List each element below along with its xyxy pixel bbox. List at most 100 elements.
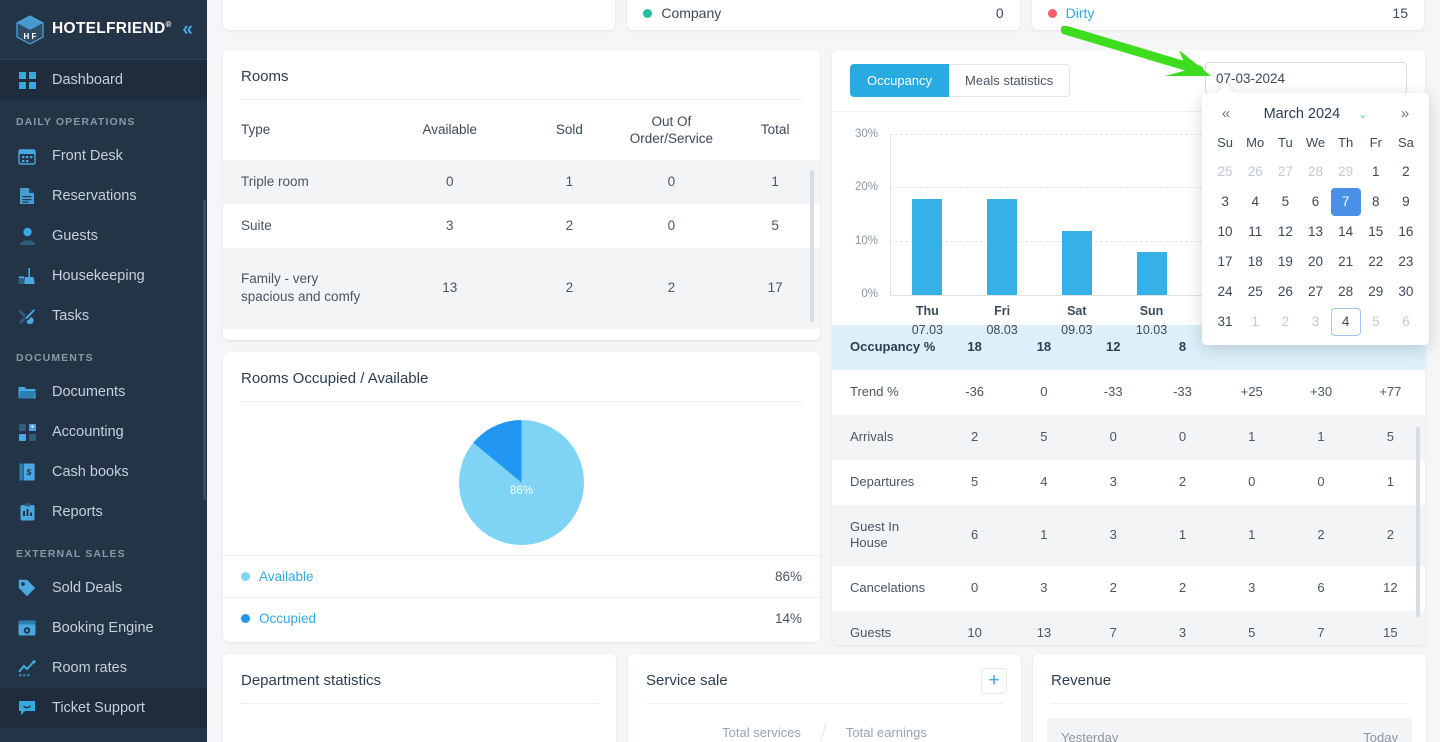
sidebar-item-tasks[interactable]: Tasks xyxy=(0,296,207,336)
rooms-occupancy-pie-card: Rooms Occupied / Available 86% Available… xyxy=(223,352,820,642)
table-row[interactable]: Suite 3 2 0 5 xyxy=(223,204,820,248)
bar-fri[interactable] xyxy=(987,199,1018,295)
legend-row-occupied[interactable]: Occupied 14% xyxy=(223,597,820,639)
sidebar-scrollbar[interactable] xyxy=(203,200,206,500)
day-cell[interactable]: 15 xyxy=(1361,218,1391,246)
stat-card-dirty[interactable]: Dirty 15 xyxy=(1031,0,1424,30)
sidebar-item-sold-deals[interactable]: Sold Deals xyxy=(0,568,207,608)
table-row[interactable]: Family - very spacious and comfy 13 2 2 … xyxy=(223,248,820,329)
day-cell[interactable]: 16 xyxy=(1391,218,1421,246)
day-cell[interactable]: 8 xyxy=(1361,188,1391,216)
bar-cell[interactable] xyxy=(890,134,965,295)
sidebar-item-ticket-support[interactable]: Ticket Support xyxy=(0,688,207,728)
day-cell[interactable]: 5 xyxy=(1361,308,1391,336)
bar-sun[interactable] xyxy=(1136,252,1167,295)
sidebar-item-room-rates[interactable]: Room rates xyxy=(0,648,207,688)
day-cell[interactable]: 5 xyxy=(1270,188,1300,216)
day-cell[interactable]: 27 xyxy=(1300,278,1330,306)
tab-occupancy[interactable]: Occupancy xyxy=(850,64,950,97)
day-cell[interactable]: 30 xyxy=(1391,278,1421,306)
day-cell[interactable]: 25 xyxy=(1240,278,1270,306)
calendar-icon xyxy=(16,145,38,167)
stats-value: 4 xyxy=(1040,473,1048,489)
sidebar-item-accounting[interactable]: Accounting xyxy=(0,412,207,452)
stats-row-guests[interactable]: Guests 10 13 7 3 5 7 15 xyxy=(832,611,1425,645)
prev-month-button[interactable]: « xyxy=(1216,105,1236,122)
day-cell[interactable]: 14 xyxy=(1331,218,1361,246)
rooms-table: Type Available Sold Out Of Order/Service… xyxy=(223,102,820,329)
day-cell[interactable]: 29 xyxy=(1331,158,1361,186)
day-cell[interactable]: 22 xyxy=(1361,248,1391,276)
day-cell[interactable]: 9 xyxy=(1391,188,1421,216)
day-cell[interactable]: 11 xyxy=(1240,218,1270,246)
sidebar-item-housekeeping[interactable]: Housekeeping xyxy=(0,256,207,296)
sidebar-item-label: Housekeeping xyxy=(52,268,145,284)
day-cell[interactable]: 28 xyxy=(1300,158,1330,186)
tab-meals-statistics[interactable]: Meals statistics xyxy=(949,64,1071,97)
sidebar-item-reports[interactable]: Reports xyxy=(0,492,207,532)
day-cell[interactable]: 12 xyxy=(1270,218,1300,246)
day-cell[interactable]: 3 xyxy=(1300,308,1330,336)
day-cell[interactable]: 24 xyxy=(1210,278,1240,306)
legend-row-available[interactable]: Available 86% xyxy=(223,555,820,597)
day-cell[interactable]: 19 xyxy=(1270,248,1300,276)
day-cell[interactable]: 1 xyxy=(1240,308,1270,336)
day-cell[interactable]: 17 xyxy=(1210,248,1240,276)
day-cell[interactable]: 3 xyxy=(1210,188,1240,216)
sidebar-item-documents[interactable]: Documents xyxy=(0,372,207,412)
x-day: Thu xyxy=(915,304,939,318)
stats-row-arrivals[interactable]: Arrivals 2 5 0 0 1 1 5 xyxy=(832,414,1425,460)
rooms-table-scrollbar[interactable] xyxy=(810,170,814,322)
stat-card-company[interactable]: Company 0 xyxy=(627,0,1020,30)
sidebar-item-booking-engine[interactable]: Booking Engine xyxy=(0,608,207,648)
collapse-sidebar-icon[interactable]: « xyxy=(182,20,193,39)
next-month-button[interactable]: » xyxy=(1395,105,1415,122)
day-cell[interactable]: 31 xyxy=(1210,308,1240,336)
day-cell[interactable]: 28 xyxy=(1331,278,1361,306)
bar-thu[interactable] xyxy=(912,199,943,295)
day-cell-selected[interactable]: 7 xyxy=(1330,188,1361,216)
stats-row-guest-in-house[interactable]: Guest In House 6 1 3 1 1 2 2 xyxy=(832,504,1425,567)
bar-cell[interactable] xyxy=(1114,134,1189,295)
bar-sat[interactable] xyxy=(1061,231,1092,295)
sidebar-item-dashboard[interactable]: Dashboard xyxy=(0,60,207,100)
stats-table-scrollbar[interactable] xyxy=(1416,427,1420,617)
datepicker-header: « March 2024 ⌄ » xyxy=(1210,103,1421,130)
day-cell[interactable]: 26 xyxy=(1240,158,1270,186)
sidebar-item-label: Accounting xyxy=(52,424,124,440)
sidebar-item-front-desk[interactable]: Front Desk xyxy=(0,136,207,176)
pie-chart[interactable]: 86% xyxy=(459,420,584,545)
day-cell[interactable]: 26 xyxy=(1270,278,1300,306)
day-cell[interactable]: 6 xyxy=(1391,308,1421,336)
chevron-down-icon[interactable]: ⌄ xyxy=(1358,109,1367,121)
day-cell[interactable]: 10 xyxy=(1210,218,1240,246)
sidebar-item-guests[interactable]: Guests xyxy=(0,216,207,256)
day-cell-today[interactable]: 4 xyxy=(1330,308,1361,336)
day-cell[interactable]: 25 xyxy=(1210,158,1240,186)
bar-cell[interactable] xyxy=(965,134,1040,295)
bar-cell[interactable] xyxy=(1039,134,1114,295)
stats-row-departures[interactable]: Departures 5 4 3 2 0 0 1 xyxy=(832,460,1425,505)
brand-logo[interactable]: H F HOTELFRIEND® « xyxy=(0,0,207,60)
day-cell[interactable]: 6 xyxy=(1300,188,1330,216)
dirty-label[interactable]: Dirty xyxy=(1066,5,1095,21)
day-cell[interactable]: 27 xyxy=(1270,158,1300,186)
day-cell[interactable]: 23 xyxy=(1391,248,1421,276)
day-cell[interactable]: 18 xyxy=(1240,248,1270,276)
day-cell[interactable]: 1 xyxy=(1361,158,1391,186)
stats-row-trend[interactable]: Trend % -36 0 -33 -33 +25 +30 +77 xyxy=(832,370,1425,415)
add-service-button[interactable]: + xyxy=(981,668,1007,694)
sidebar-item-cash-books[interactable]: $ Cash books xyxy=(0,452,207,492)
table-row[interactable]: Triple room 0 1 0 1 xyxy=(223,159,820,204)
day-cell[interactable]: 4 xyxy=(1240,188,1270,216)
day-cell[interactable]: 20 xyxy=(1300,248,1330,276)
day-cell[interactable]: 29 xyxy=(1361,278,1391,306)
day-cell[interactable]: 21 xyxy=(1331,248,1361,276)
datepicker-title[interactable]: March 2024 ⌄ xyxy=(1236,106,1395,122)
date-input[interactable] xyxy=(1205,62,1407,94)
day-cell[interactable]: 2 xyxy=(1391,158,1421,186)
day-cell[interactable]: 13 xyxy=(1300,218,1330,246)
stats-row-cancelations[interactable]: Cancelations 0 3 2 2 3 6 12 xyxy=(832,566,1425,611)
day-cell[interactable]: 2 xyxy=(1270,308,1300,336)
sidebar-item-reservations[interactable]: Reservations xyxy=(0,176,207,216)
